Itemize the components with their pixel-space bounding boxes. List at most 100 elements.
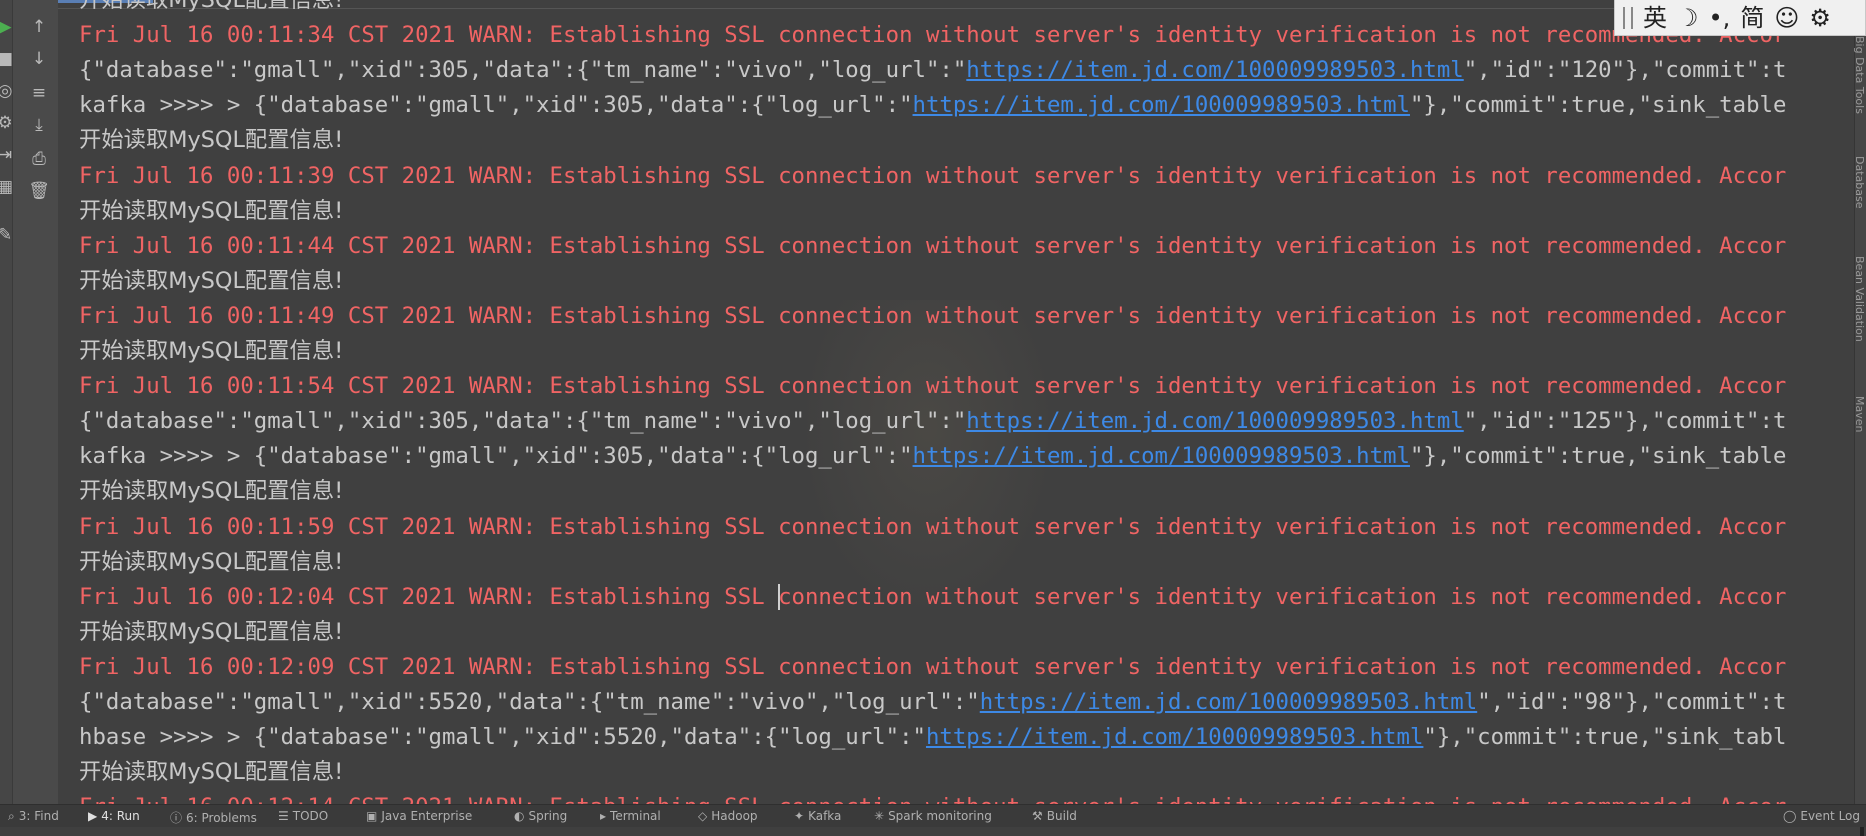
tool-tab-icon: ⚒ — [1032, 809, 1043, 823]
event-log-button[interactable]: ◯ Event Log — [1783, 809, 1860, 823]
tool-tab-icon: ▣ — [366, 809, 378, 823]
console-line: Fri Jul 16 00:12:14 CST 2021 WARN: Estab… — [79, 790, 1786, 805]
console-text: ","id":"125"},"commit":t — [1463, 408, 1787, 435]
log-url-link[interactable]: https://item.jd.com/100009989503.html — [913, 443, 1410, 469]
console-line: {"database":"gmall","xid":305,"data":{"t… — [79, 53, 1786, 87]
console-line: Fri Jul 16 00:12:04 CST 2021 WARN: Estab… — [79, 580, 1786, 614]
tool-tab-icon: ✳ — [874, 809, 885, 823]
console-line: 开始读取MySQL配置信息! — [79, 197, 344, 224]
console-text: hbase >>>> > {"database":"gmall","xid":5… — [79, 724, 926, 751]
tool-database[interactable]: Database — [1853, 156, 1866, 209]
console-text: {"database":"gmall","xid":305,"data":{"t… — [79, 57, 967, 84]
scroll-up-icon[interactable]: ↑ — [28, 16, 50, 38]
emoji-icon[interactable]: ☺ — [1774, 3, 1799, 33]
tool-tab-label: Terminal — [610, 809, 661, 823]
tool-tab-label: Kafka — [808, 809, 842, 823]
console-text: Fri Jul 16 00:12:04 CST 2021 WARN: Estab… — [79, 583, 779, 610]
console-text: ","id":"120"},"commit":t — [1463, 57, 1787, 84]
run-toolbar: ▶ ■ ◎ ⚙ ⇥ ▦ ✎ ↑ ↓ ≡ ⤓ ⎙ 🗑 — [0, 0, 59, 805]
gear-icon[interactable]: ⚙ — [1809, 3, 1831, 33]
tool-tab-build[interactable]: ⚒ Build — [1032, 809, 1077, 823]
soft-wrap-icon[interactable]: ≡ — [28, 82, 50, 104]
layout-icon[interactable]: ▦ — [0, 176, 16, 198]
print-icon[interactable]: ⎙ — [28, 148, 50, 170]
trash-icon[interactable]: 🗑 — [28, 180, 50, 202]
tool-tab-label: 3: Find — [18, 809, 59, 823]
punctuation-toggle[interactable]: •, — [1709, 3, 1731, 33]
tool-tab-spark-monitoring[interactable]: ✳ Spark monitoring — [874, 809, 992, 823]
ime-language-toggle[interactable]: 英 — [1643, 3, 1667, 33]
tool-tab-todo[interactable]: ☰ TODO — [278, 809, 328, 823]
run-console[interactable]: 开始读取MySQL配置信息! Fri Jul 16 00:11:34 CST 20… — [58, 0, 1855, 805]
event-log-icon: ◯ — [1782, 809, 1797, 823]
tool-tab-4-run[interactable]: ▶ 4: Run — [88, 809, 140, 823]
moon-icon[interactable]: ☽ — [1677, 3, 1699, 33]
tool-tab-icon: ☰ — [278, 809, 289, 823]
console-line: hbase >>>> > {"database":"gmall","xid":5… — [79, 720, 1786, 754]
console-line: Fri Jul 16 00:11:44 CST 2021 WARN: Estab… — [79, 232, 1787, 259]
camera-icon[interactable]: ◎ — [0, 80, 16, 102]
log-url-link[interactable]: https://item.jd.com/100009989503.html — [926, 724, 1423, 750]
tool-tab-label: Hadoop — [711, 809, 758, 823]
tool-tab-icon: ▶ — [88, 809, 98, 823]
console-line: 开始读取MySQL配置信息! — [79, 0, 344, 13]
right-tool-strip: Big Data Tools Database Bean Validation … — [1853, 36, 1866, 836]
tool-tab-label: Spring — [528, 809, 568, 823]
console-line: 开始读取MySQL配置信息! — [79, 338, 344, 364]
console-text: "},"commit":true,"sink_table — [1409, 92, 1787, 119]
console-line: 开始读取MySQL配置信息! — [79, 548, 344, 575]
tool-tab-6-problems[interactable]: ⓘ 6: Problems — [170, 809, 257, 826]
log-url-link[interactable]: https://item.jd.com/100009989503.html — [980, 689, 1477, 715]
console-line: 开始读取MySQL配置信息! — [79, 127, 344, 154]
tool-tab-icon: ⌕ — [8, 809, 15, 823]
console-text: {"database":"gmall","xid":305,"data":{"t… — [79, 408, 967, 435]
log-url-link[interactable]: https://item.jd.com/100009989503.html — [966, 57, 1463, 83]
console-line: Fri Jul 16 00:11:34 CST 2021 WARN: Estab… — [79, 22, 1787, 49]
console-line: Fri Jul 16 00:11:59 CST 2021 WARN: Estab… — [79, 513, 1787, 540]
log-url-link[interactable]: https://item.jd.com/100009989503.html — [966, 408, 1463, 434]
console-text: kafka >>>> > {"database":"gmall","xid":3… — [79, 443, 913, 470]
console-line: Fri Jul 16 00:11:39 CST 2021 WARN: Estab… — [79, 162, 1787, 189]
tool-tab-label: 4: Run — [101, 809, 140, 823]
tool-tab-icon: ◐ — [514, 809, 525, 823]
tool-tab-icon: ⓘ — [170, 811, 183, 825]
console-text: "},"commit":true,"sink_tabl — [1423, 724, 1787, 751]
scroll-down-icon[interactable]: ↓ — [28, 48, 50, 70]
console-line: Fri Jul 16 00:12:09 CST 2021 WARN: Estab… — [79, 653, 1787, 680]
tool-big-data-tools[interactable]: Big Data Tools — [1853, 36, 1866, 114]
tool-tab-icon: ✦ — [794, 809, 805, 823]
console-line: 开始读取MySQL配置信息! — [79, 267, 344, 294]
tool-tab-3-find[interactable]: ⌕ 3: Find — [8, 809, 59, 824]
tool-tab-terminal[interactable]: ▸ Terminal — [600, 809, 661, 823]
tool-tab-spring[interactable]: ◐ Spring — [514, 809, 567, 823]
settings-icon[interactable]: ⚙ — [0, 112, 16, 134]
tool-tab-label: Spark monitoring — [888, 809, 992, 823]
tool-tab-icon: ◇ — [698, 809, 708, 823]
rerun-icon[interactable]: ▶ — [0, 16, 16, 38]
tool-bean-validation[interactable]: Bean Validation — [1853, 256, 1866, 342]
console-line: kafka >>>> > {"database":"gmall","xid":3… — [79, 88, 1786, 122]
console-line: {"database":"gmall","xid":5520,"data":{"… — [79, 685, 1786, 719]
console-line: {"database":"gmall","xid":305,"data":{"t… — [79, 404, 1786, 438]
console-text: "},"commit":true,"sink_table — [1409, 443, 1787, 470]
console-line: 开始读取MySQL配置信息! — [79, 759, 344, 786]
pin-icon[interactable]: ✎ — [0, 224, 16, 246]
console-line: Fri Jul 16 00:11:54 CST 2021 WARN: Estab… — [79, 373, 1787, 400]
tool-maven[interactable]: Maven — [1853, 396, 1866, 432]
tool-tab-label: Build — [1046, 809, 1077, 823]
console-line: 开始读取MySQL配置信息! — [79, 478, 344, 505]
simplified-toggle[interactable]: 简 — [1740, 3, 1764, 33]
console-text: kafka >>>> > {"database":"gmall","xid":3… — [79, 92, 913, 119]
console-text: {"database":"gmall","xid":5520,"data":{"… — [79, 689, 980, 715]
tool-tab-kafka[interactable]: ✦ Kafka — [794, 809, 841, 823]
ime-grip-handle[interactable] — [1623, 6, 1633, 29]
exit-icon[interactable]: ⇥ — [0, 144, 16, 166]
tool-tab-hadoop[interactable]: ◇ Hadoop — [698, 809, 758, 823]
scroll-to-end-icon[interactable]: ⤓ — [28, 114, 50, 136]
console-line: 开始读取MySQL配置信息! — [79, 618, 344, 645]
console-line: kafka >>>> > {"database":"gmall","xid":3… — [79, 439, 1786, 473]
tool-tab-java-enterprise[interactable]: ▣ Java Enterprise — [366, 809, 472, 823]
stop-icon[interactable]: ■ — [0, 48, 16, 70]
log-url-link[interactable]: https://item.jd.com/100009989503.html — [913, 92, 1410, 118]
tool-tab-icon: ▸ — [600, 809, 607, 823]
